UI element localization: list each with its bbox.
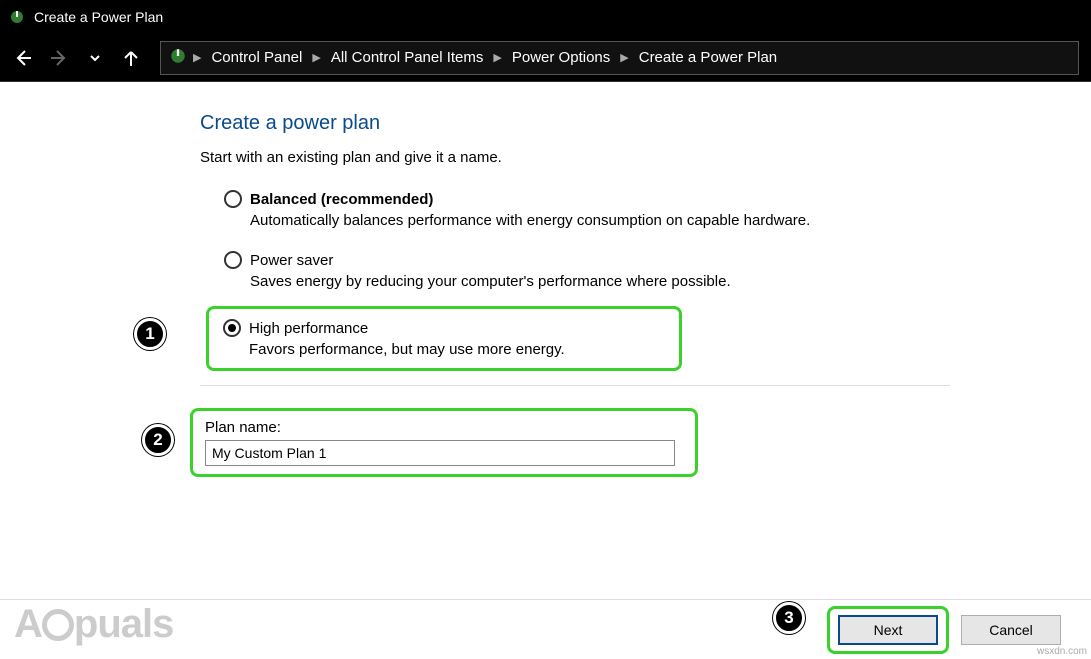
plan-desc-high: Favors performance, but may use more ene… bbox=[249, 341, 665, 358]
breadcrumb-separator: ▶ bbox=[312, 51, 320, 64]
plan-name-input[interactable] bbox=[205, 440, 675, 466]
breadcrumb-separator: ▶ bbox=[620, 51, 628, 64]
breadcrumb-item[interactable]: Power Options bbox=[508, 47, 614, 68]
recent-dropdown-icon[interactable] bbox=[84, 47, 106, 69]
plan-label-balanced[interactable]: Balanced (recommended) bbox=[250, 191, 433, 208]
radio-balanced[interactable] bbox=[224, 190, 242, 208]
plan-label-high[interactable]: High performance bbox=[249, 320, 368, 337]
source-attribution: wsxdn.com bbox=[1037, 646, 1087, 657]
address-bar[interactable]: ▶ Control Panel ▶ All Control Panel Item… bbox=[160, 41, 1079, 75]
annotation-badge-1: 1 bbox=[134, 318, 166, 350]
page-title: Create a power plan bbox=[200, 112, 1091, 135]
plan-label-saver[interactable]: Power saver bbox=[250, 252, 333, 269]
plan-balanced: Balanced (recommended) Automatically bal… bbox=[224, 190, 944, 229]
plan-desc-saver: Saves energy by reducing your computer's… bbox=[250, 273, 944, 290]
plan-name-label: Plan name: bbox=[205, 419, 683, 436]
breadcrumb-separator: ▶ bbox=[193, 51, 201, 64]
breadcrumb-item[interactable]: Control Panel bbox=[207, 47, 306, 68]
window-title: Create a Power Plan bbox=[34, 9, 163, 25]
annotation-badge-3: 3 bbox=[773, 602, 805, 634]
navigation-bar: ▶ Control Panel ▶ All Control Panel Item… bbox=[0, 34, 1091, 82]
breadcrumb-separator: ▶ bbox=[493, 51, 501, 64]
address-icon bbox=[169, 47, 187, 68]
highlight-plan-name: Plan name: bbox=[190, 408, 698, 477]
page-subtitle: Start with an existing plan and give it … bbox=[200, 149, 1091, 166]
window-titlebar: Create a Power Plan bbox=[0, 0, 1091, 34]
main-content: Create a power plan Start with an existi… bbox=[0, 82, 1091, 477]
up-arrow-icon[interactable] bbox=[120, 47, 142, 69]
back-arrow-icon[interactable] bbox=[12, 47, 34, 69]
footer-bar: 3 Next Cancel bbox=[0, 599, 1091, 659]
forward-arrow-icon[interactable] bbox=[48, 47, 70, 69]
highlight-high-performance: High performance Favors performance, but… bbox=[206, 306, 682, 371]
plan-saver: Power saver Saves energy by reducing you… bbox=[224, 251, 944, 290]
power-plan-icon bbox=[8, 8, 26, 26]
radio-high-performance[interactable] bbox=[223, 319, 241, 337]
next-button[interactable]: Next bbox=[838, 615, 938, 645]
section-divider bbox=[200, 385, 950, 386]
annotation-badge-2: 2 bbox=[142, 424, 174, 456]
plan-desc-balanced: Automatically balances performance with … bbox=[250, 212, 944, 229]
breadcrumb-item[interactable]: All Control Panel Items bbox=[327, 47, 488, 68]
radio-saver[interactable] bbox=[224, 251, 242, 269]
breadcrumb-item[interactable]: Create a Power Plan bbox=[635, 47, 781, 68]
cancel-button[interactable]: Cancel bbox=[961, 615, 1061, 645]
highlight-next-button: Next bbox=[827, 606, 949, 654]
